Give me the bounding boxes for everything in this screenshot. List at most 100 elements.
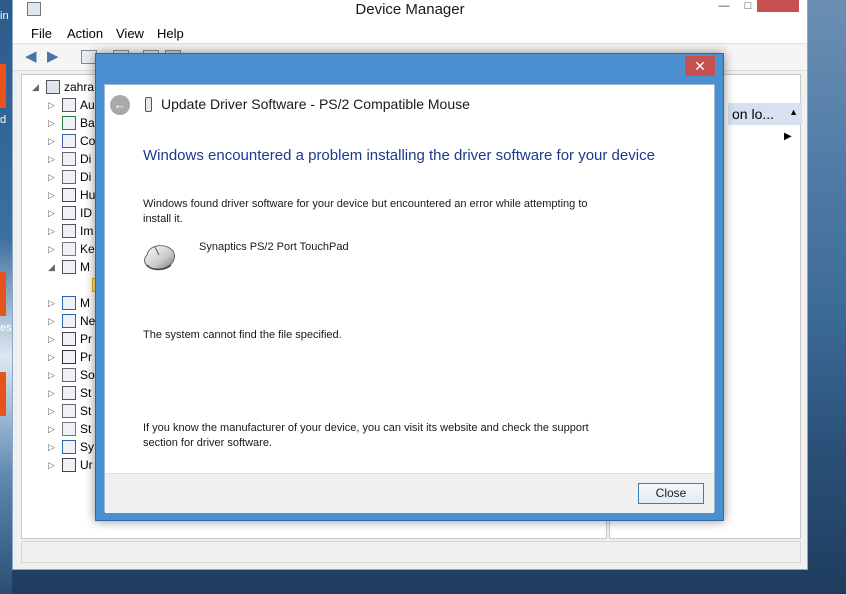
device-category-icon bbox=[62, 458, 76, 472]
device-category-icon bbox=[62, 152, 76, 166]
device-category-icon bbox=[62, 386, 76, 400]
device-category-icon bbox=[62, 350, 76, 364]
desktop-icon-label: d bbox=[0, 114, 7, 126]
expand-icon[interactable]: ▷ bbox=[48, 459, 58, 471]
expand-icon[interactable]: ▷ bbox=[48, 117, 58, 129]
device-category-icon bbox=[62, 422, 76, 436]
expand-icon[interactable]: ▷ bbox=[48, 189, 58, 201]
expand-icon[interactable]: ▷ bbox=[48, 351, 58, 363]
title-bar[interactable]: Device Manager — □ bbox=[13, 0, 807, 22]
device-category-icon bbox=[62, 188, 76, 202]
expand-icon[interactable]: ▷ bbox=[48, 423, 58, 435]
device-category-icon bbox=[62, 98, 76, 112]
tree-item-label: St bbox=[80, 404, 92, 418]
tree-item-label: Ba bbox=[80, 116, 95, 130]
close-button[interactable]: Close bbox=[638, 483, 704, 504]
tree-item-label: Co bbox=[80, 134, 96, 148]
tree-item-label: Sy bbox=[80, 440, 95, 454]
dialog-title: Update Driver Software - PS/2 Compatible… bbox=[161, 96, 470, 112]
tree-item-label: Ke bbox=[80, 242, 95, 256]
tree-item-label: Ur bbox=[80, 458, 93, 472]
submenu-arrow-icon[interactable]: ▶ bbox=[784, 131, 792, 142]
error-message: The system cannot find the file specifie… bbox=[143, 329, 342, 341]
desktop-icon-label: in bbox=[0, 10, 9, 22]
tree-item-label: St bbox=[80, 422, 92, 436]
back-arrow-icon[interactable]: ◀ bbox=[25, 49, 43, 65]
expand-icon[interactable]: ▷ bbox=[48, 369, 58, 381]
menu-file[interactable]: File bbox=[31, 26, 52, 41]
tree-item-label: St bbox=[80, 386, 92, 400]
device-category-icon bbox=[62, 134, 76, 148]
device-name: Synaptics PS/2 Port TouchPad bbox=[199, 241, 349, 253]
device-category-icon bbox=[62, 440, 76, 454]
touchpad-mouse-icon bbox=[144, 245, 175, 271]
expand-icon[interactable]: ▷ bbox=[48, 333, 58, 345]
expand-icon[interactable]: ▷ bbox=[48, 315, 58, 327]
expand-icon[interactable]: ▷ bbox=[48, 441, 58, 453]
desktop-tile[interactable] bbox=[0, 372, 6, 416]
device-category-icon bbox=[62, 296, 76, 310]
expand-icon[interactable]: ▷ bbox=[48, 135, 58, 147]
device-category-icon bbox=[62, 368, 76, 382]
expand-icon[interactable]: ▷ bbox=[48, 207, 58, 219]
device-category-icon bbox=[62, 260, 76, 274]
dialog-footer: Close bbox=[105, 473, 714, 513]
computer-icon bbox=[46, 80, 60, 94]
tree-item-label: M bbox=[80, 296, 90, 310]
expand-icon[interactable]: ▷ bbox=[48, 225, 58, 237]
back-button[interactable]: ← bbox=[110, 95, 130, 115]
status-bar bbox=[21, 541, 801, 563]
close-window-button[interactable] bbox=[757, 0, 799, 12]
tree-item-label: M bbox=[80, 260, 90, 274]
expand-icon[interactable]: ▷ bbox=[48, 171, 58, 183]
tree-item-label: Di bbox=[80, 170, 92, 184]
menu-action[interactable]: Action bbox=[67, 26, 103, 41]
expand-icon[interactable]: ▷ bbox=[48, 99, 58, 111]
expand-icon[interactable]: ▷ bbox=[48, 153, 58, 165]
manufacturer-text-line2: section for driver software. bbox=[143, 437, 272, 449]
tree-root-label: zahra bbox=[64, 80, 95, 94]
mouse-device-icon bbox=[145, 97, 152, 112]
right-pane-header[interactable]: on lo... ▲ bbox=[728, 103, 802, 125]
tree-item-label: ID bbox=[80, 206, 92, 220]
minimize-button[interactable]: — bbox=[711, 0, 737, 14]
device-category-icon bbox=[62, 242, 76, 256]
tree-item-label: Ne bbox=[80, 314, 96, 328]
tree-item-label: Pr bbox=[80, 350, 92, 364]
menu-view[interactable]: View bbox=[116, 26, 144, 41]
expand-icon[interactable]: ▷ bbox=[48, 243, 58, 255]
desktop-icon-label: es bbox=[0, 322, 12, 334]
main-instruction: Windows encountered a problem installing… bbox=[143, 147, 655, 164]
update-driver-dialog: ✕ ← Update Driver Software - PS/2 Compat… bbox=[95, 53, 724, 521]
collapse-icon[interactable]: ◢ bbox=[32, 81, 42, 93]
expand-icon[interactable]: ▷ bbox=[48, 297, 58, 309]
device-category-icon bbox=[62, 314, 76, 328]
found-text-line2: install it. bbox=[143, 213, 183, 225]
tree-item-label: Pr bbox=[80, 332, 92, 346]
window-title: Device Manager bbox=[355, 1, 465, 18]
tree-item-label: So bbox=[80, 368, 95, 382]
desktop-tile[interactable] bbox=[0, 272, 6, 316]
menu-bar: File Action View Help bbox=[13, 22, 807, 44]
found-text-line1: Windows found driver software for your d… bbox=[143, 198, 588, 210]
dialog-header: ← Update Driver Software - PS/2 Compatib… bbox=[105, 85, 714, 125]
expand-icon[interactable]: ▷ bbox=[48, 405, 58, 417]
menu-help[interactable]: Help bbox=[157, 26, 184, 41]
tree-item-label: Di bbox=[80, 152, 92, 166]
dialog-close-button[interactable]: ✕ bbox=[685, 56, 715, 76]
collapse-arrow-icon[interactable]: ▲ bbox=[789, 107, 798, 117]
dialog-body: Windows encountered a problem installing… bbox=[105, 125, 714, 473]
tree-item-label: Au bbox=[80, 98, 95, 112]
expand-icon[interactable]: ◢ bbox=[48, 261, 58, 273]
manufacturer-text-line1: If you know the manufacturer of your dev… bbox=[143, 422, 589, 434]
tree-item-label: Im bbox=[80, 224, 94, 238]
device-category-icon bbox=[62, 170, 76, 184]
expand-icon[interactable] bbox=[78, 279, 88, 291]
device-category-icon bbox=[62, 116, 76, 130]
desktop-tile[interactable] bbox=[0, 64, 6, 108]
forward-arrow-icon[interactable]: ▶ bbox=[47, 49, 65, 65]
device-category-icon bbox=[62, 404, 76, 418]
device-category-icon bbox=[62, 206, 76, 220]
expand-icon[interactable]: ▷ bbox=[48, 387, 58, 399]
tree-item-label: Hu bbox=[80, 188, 96, 202]
